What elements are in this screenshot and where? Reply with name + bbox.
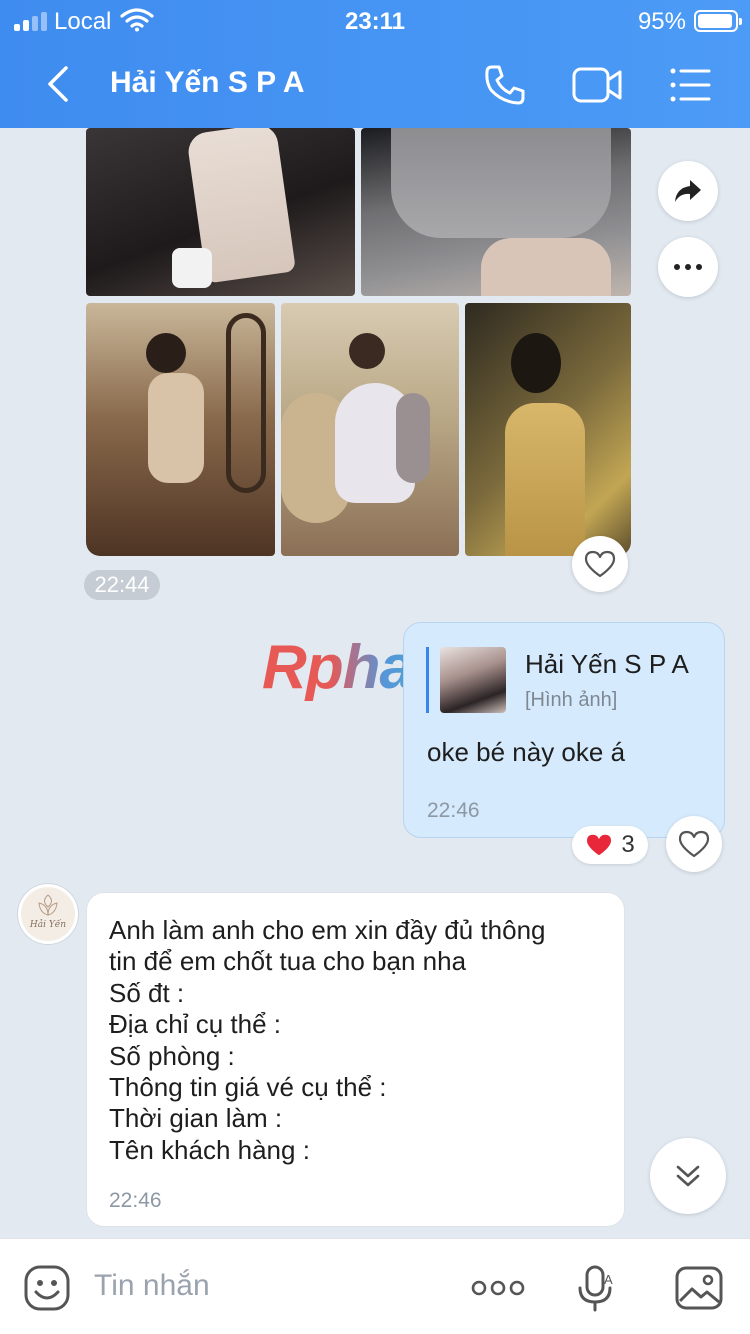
chat-title[interactable]: Hải Yến S P A	[110, 66, 305, 100]
message-line: Địa chỉ cụ thể :	[109, 1009, 281, 1040]
outgoing-message-text: oke bé này oke á	[427, 737, 626, 767]
quote-accent-bar	[426, 647, 429, 713]
reaction-summary[interactable]: 3	[572, 826, 648, 864]
scroll-to-bottom-icon[interactable]	[650, 1138, 726, 1214]
message-line: Thông tin giá vé cụ thể :	[109, 1072, 387, 1103]
react-heart-icon[interactable]	[572, 536, 628, 592]
incoming-message-time: 22:46	[109, 1189, 162, 1212]
message-line: Tên khách hàng :	[109, 1134, 310, 1165]
photo-2[interactable]	[361, 128, 631, 296]
reaction-count: 3	[621, 831, 635, 858]
svg-text:A: A	[604, 1272, 613, 1287]
share-icon[interactable]	[658, 161, 718, 221]
incoming-message-text: Anh làm anh cho em xin đầy đủ thông tin …	[109, 915, 609, 1166]
message-line: tin để em chốt tua cho bạn nha	[109, 946, 467, 977]
outgoing-message-time: 22:46	[427, 799, 480, 822]
phone-icon[interactable]	[482, 62, 532, 108]
battery-level	[698, 14, 733, 28]
outgoing-message-bubble[interactable]: Hải Yến S P A [Hình ảnh] oke bé này oke …	[403, 622, 725, 838]
voice-icon[interactable]: A	[570, 1263, 620, 1313]
message-line: Số đt :	[109, 977, 185, 1008]
incoming-message-bubble[interactable]: Anh làm anh cho em xin đầy đủ thông tin …	[86, 892, 625, 1227]
sticker-icon[interactable]	[22, 1263, 72, 1313]
quoted-image-thumbnail[interactable]	[440, 647, 506, 713]
image-icon[interactable]	[674, 1263, 724, 1313]
message-composer: A	[0, 1238, 750, 1334]
red-heart-icon	[587, 834, 612, 856]
video-call-icon[interactable]	[572, 62, 622, 108]
avatar-logo-text: Hải Yến	[29, 920, 67, 930]
image-group-time: 22:44	[84, 570, 160, 600]
menu-list-icon[interactable]	[668, 62, 718, 108]
photo-1[interactable]	[86, 128, 355, 296]
battery-icon	[694, 10, 742, 32]
quoted-message-type: [Hình ảnh]	[525, 689, 618, 711]
battery-percent: 95%	[637, 8, 686, 35]
message-input[interactable]	[94, 1269, 434, 1303]
quoted-sender-name: Hải Yến S P A	[525, 649, 689, 679]
sender-avatar[interactable]: Hải Yến	[18, 884, 78, 944]
message-line: Anh làm anh cho em xin đầy đủ thông	[109, 915, 546, 945]
react-heart-icon[interactable]	[666, 816, 722, 872]
chat-header: Local 23:11 95% Hải Yến S P A	[0, 0, 750, 128]
photo-4[interactable]	[281, 303, 459, 556]
more-dots-icon[interactable]	[470, 1263, 526, 1313]
photo-3[interactable]	[86, 303, 275, 556]
status-bar: Local 23:11 95%	[0, 0, 750, 44]
more-icon[interactable]	[658, 237, 718, 297]
message-line: Thời gian làm :	[109, 1103, 283, 1134]
photo-5[interactable]	[465, 303, 631, 556]
message-line: Số phòng :	[109, 1040, 235, 1071]
back-arrow-icon[interactable]	[40, 62, 80, 106]
